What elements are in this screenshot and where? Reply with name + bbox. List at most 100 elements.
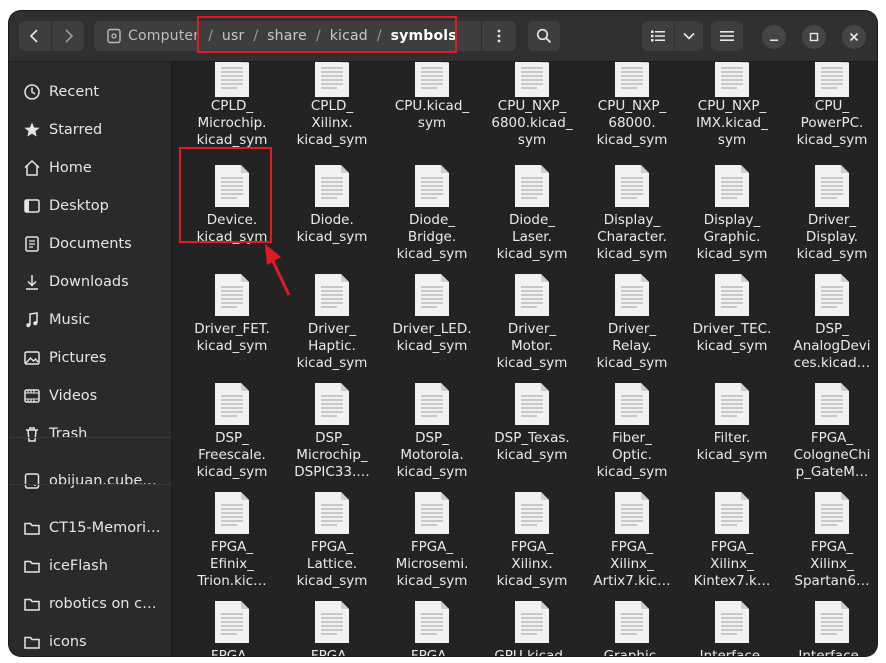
text-file-icon bbox=[315, 383, 349, 425]
file-name: FPGA_ Efinix_ Trion.kic… bbox=[197, 539, 267, 589]
sidebar-item-documents[interactable]: Documents bbox=[9, 226, 171, 262]
sidebar-item-obijuan-cube[interactable]: obijuan.cube… bbox=[9, 463, 171, 499]
search-button[interactable] bbox=[528, 21, 560, 51]
sidebar-item-desktop[interactable]: Desktop bbox=[9, 188, 171, 224]
text-file-icon bbox=[315, 601, 349, 643]
file-item[interactable]: CPU.kicad_ sym bbox=[382, 62, 482, 132]
sidebar-separator bbox=[9, 484, 171, 485]
file-item[interactable]: DSP_ AnalogDevi ces.kicad… bbox=[782, 273, 877, 372]
music-icon bbox=[22, 310, 42, 330]
forward-button[interactable] bbox=[52, 21, 84, 51]
minimize-button[interactable] bbox=[762, 25, 786, 49]
file-item[interactable]: CPLD_ Microchip. kicad_sym bbox=[182, 62, 282, 149]
file-item[interactable]: FPGA_ Efinix_ Trion.kic… bbox=[182, 491, 282, 590]
file-name: DSP_ Motorola. kicad_sym bbox=[396, 430, 468, 480]
file-item[interactable]: CPU_NXP_ 68000. kicad_sym bbox=[582, 62, 682, 149]
file-item[interactable]: Driver_ Relay. kicad_sym bbox=[582, 273, 682, 372]
file-name: GPU.kicad_ bbox=[494, 648, 570, 656]
text-file-icon bbox=[815, 492, 849, 534]
file-name: DSP_ Microchip_ DSPIC33.… bbox=[294, 430, 370, 480]
clock-icon bbox=[22, 82, 42, 102]
view-options-button[interactable] bbox=[675, 21, 703, 51]
sidebar-item-robotics-on-c[interactable]: robotics on c… bbox=[9, 586, 171, 622]
sidebar-separator bbox=[9, 437, 171, 438]
text-file-icon bbox=[215, 62, 249, 97]
sidebar-item-label: Trash bbox=[49, 426, 88, 442]
sidebar-item-iceflash[interactable]: iceFlash bbox=[9, 548, 171, 584]
maximize-button[interactable] bbox=[802, 25, 826, 49]
file-item[interactable]: Driver_ Display. kicad_sym bbox=[782, 164, 877, 263]
file-name: Display_ Graphic. kicad_sym bbox=[696, 212, 768, 262]
text-file-icon bbox=[415, 165, 449, 207]
text-file-icon bbox=[715, 383, 749, 425]
breadcrumb-kicad[interactable]: kicad bbox=[326, 28, 372, 44]
file-item[interactable]: DSP_ Freescale. kicad_sym bbox=[182, 382, 282, 481]
view-list-button[interactable] bbox=[642, 21, 674, 51]
file-item[interactable]: Display_ Character. kicad_sym bbox=[582, 164, 682, 263]
sidebar-item-trash[interactable]: Trash bbox=[9, 416, 171, 452]
file-item[interactable]: FPGA_ Xilinx_ Spartan6… bbox=[782, 491, 877, 590]
file-item[interactable]: CPU_NXP_ IMX.kicad_ sym bbox=[682, 62, 782, 149]
file-item[interactable]: Driver_TEC. kicad_sym bbox=[682, 273, 782, 355]
file-item[interactable]: Fiber_ Optic. kicad_sym bbox=[582, 382, 682, 481]
file-item[interactable]: FPGA_ Xilinx_ Artix7.kic… bbox=[582, 491, 682, 590]
file-item[interactable]: FPGA_ bbox=[282, 600, 382, 656]
file-name: DSP_Texas. kicad_sym bbox=[494, 430, 570, 463]
sidebar-item-label: Desktop bbox=[49, 198, 109, 214]
file-item[interactable]: DSP_ Motorola. kicad_sym bbox=[382, 382, 482, 481]
sidebar-item-music[interactable]: Music bbox=[9, 302, 171, 338]
sidebar-item-downloads[interactable]: Downloads bbox=[9, 264, 171, 300]
file-item[interactable]: CPLD_ Xilinx. kicad_sym bbox=[282, 62, 382, 149]
breadcrumb-share[interactable]: share bbox=[263, 28, 311, 44]
text-file-icon bbox=[315, 62, 349, 97]
text-file-icon bbox=[715, 62, 749, 97]
sidebar-item-recent[interactable]: Recent bbox=[9, 74, 171, 110]
close-icon bbox=[849, 32, 859, 42]
file-item[interactable]: Filter. kicad_sym bbox=[682, 382, 782, 464]
file-item[interactable]: CPU_NXP_ 6800.kicad_ sym bbox=[482, 62, 582, 149]
file-name: FPGA_ Xilinx. kicad_sym bbox=[496, 539, 568, 589]
file-name: FPGA_ Xilinx_ Artix7.kic… bbox=[593, 539, 671, 589]
sidebar-item-pictures[interactable]: Pictures bbox=[9, 340, 171, 376]
file-item[interactable]: FPGA_ Xilinx. kicad_sym bbox=[482, 491, 582, 590]
breadcrumb-computer[interactable]: Computer bbox=[102, 28, 203, 44]
file-item[interactable]: Diode_ Laser. kicad_sym bbox=[482, 164, 582, 263]
file-item[interactable]: FPGA_ CologneChi p_GateM… bbox=[782, 382, 877, 481]
file-item[interactable]: FPGA_ Lattice. kicad_sym bbox=[282, 491, 382, 590]
text-file-icon bbox=[615, 274, 649, 316]
sidebar-item-label: iceFlash bbox=[49, 558, 108, 574]
file-item[interactable]: FPGA_ bbox=[382, 600, 482, 656]
breadcrumb-usr[interactable]: usr bbox=[218, 28, 249, 44]
file-item[interactable]: FPGA_ Microsemi. kicad_sym bbox=[382, 491, 482, 590]
file-item[interactable]: FPGA_ bbox=[182, 600, 282, 656]
sidebar-item-home[interactable]: Home bbox=[9, 150, 171, 186]
text-file-icon bbox=[215, 492, 249, 534]
file-item[interactable]: FPGA_ Xilinx_ Kintex7.k… bbox=[682, 491, 782, 590]
close-button[interactable] bbox=[842, 25, 866, 49]
file-item[interactable]: Graphic. bbox=[582, 600, 682, 656]
file-item[interactable]: Display_ Graphic. kicad_sym bbox=[682, 164, 782, 263]
path-menu-button[interactable] bbox=[481, 21, 516, 51]
file-item[interactable]: Interface. bbox=[682, 600, 782, 656]
sidebar-item-icons[interactable]: icons bbox=[9, 624, 171, 656]
file-item[interactable]: Device. kicad_sym bbox=[182, 164, 282, 246]
file-item[interactable]: Diode. kicad_sym bbox=[282, 164, 382, 246]
file-item[interactable]: Diode_ Bridge. kicad_sym bbox=[382, 164, 482, 263]
location-bar: Computer / usr / share / kicad / symbols bbox=[94, 21, 516, 51]
file-item[interactable]: Driver_LED. kicad_sym bbox=[382, 273, 482, 355]
file-item[interactable]: GPU.kicad_ bbox=[482, 600, 582, 656]
file-item[interactable]: DSP_Texas. kicad_sym bbox=[482, 382, 582, 464]
file-item[interactable]: Driver_ Motor. kicad_sym bbox=[482, 273, 582, 372]
main-menu-button[interactable] bbox=[711, 21, 743, 51]
sidebar-item-label: Recent bbox=[49, 84, 100, 100]
file-item[interactable]: CPU_ PowerPC. kicad_sym bbox=[782, 62, 877, 149]
back-button[interactable] bbox=[19, 21, 51, 51]
sidebar-item-videos[interactable]: Videos bbox=[9, 378, 171, 414]
file-item[interactable]: DSP_ Microchip_ DSPIC33.… bbox=[282, 382, 382, 481]
sidebar-item-starred[interactable]: Starred bbox=[9, 112, 171, 148]
breadcrumb-symbols[interactable]: symbols bbox=[387, 28, 461, 44]
file-name: Driver_ Haptic. kicad_sym bbox=[296, 321, 368, 371]
file-item[interactable]: Interface_ bbox=[782, 600, 877, 656]
text-file-icon bbox=[515, 601, 549, 643]
sidebar-item-ct15-memori[interactable]: CT15-Memori… bbox=[9, 510, 171, 546]
